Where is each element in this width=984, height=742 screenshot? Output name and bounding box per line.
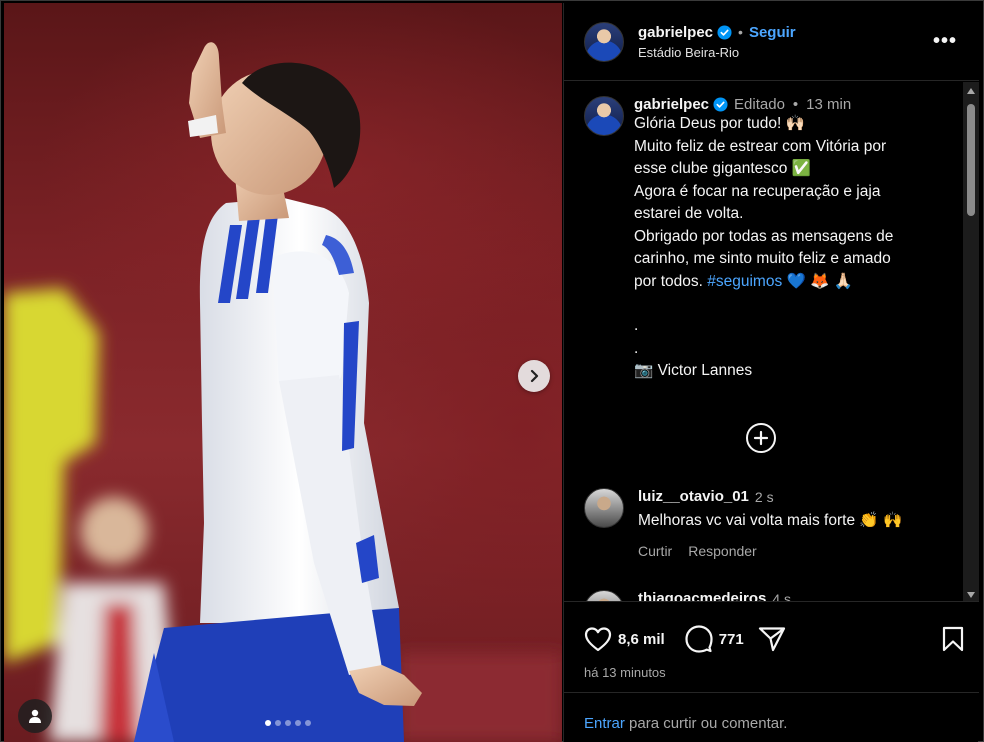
author-avatar[interactable]	[584, 21, 624, 62]
post-side-panel: gabrielpec • Seguir Estádio Beira-Rio ••…	[563, 3, 979, 742]
login-link[interactable]: Entrar	[584, 715, 625, 732]
commenter-avatar[interactable]	[584, 590, 624, 601]
chevron-right-icon	[530, 369, 539, 383]
likes-count[interactable]: 8,6 mil	[618, 631, 665, 648]
save-action[interactable]	[942, 626, 964, 652]
caption-separator: •	[792, 96, 799, 113]
caption-line: estarei de volta.	[634, 205, 744, 222]
login-prompt: Entrar para curtir ou comentar.	[564, 692, 979, 742]
share-action[interactable]	[758, 626, 786, 652]
more-options-icon[interactable]: •••	[933, 31, 957, 51]
edited-label: Editado	[734, 96, 785, 113]
load-more-comments-button[interactable]	[746, 423, 776, 453]
carousel-next-button[interactable]	[518, 360, 550, 392]
post-location[interactable]: Estádio Beira-Rio	[638, 45, 796, 60]
verified-badge-icon	[713, 97, 728, 112]
post-caption: gabrielpec Editado • 13 min Glória Deus …	[584, 96, 934, 383]
carousel-dot	[285, 720, 291, 726]
post-photo	[4, 42, 562, 742]
bookmark-icon[interactable]	[942, 626, 964, 652]
like-action[interactable]: 8,6 mil	[584, 626, 665, 652]
comment-username[interactable]: thiagoacmedeiros	[638, 590, 766, 601]
comment-like-button[interactable]: Curtir	[638, 543, 672, 559]
post-media[interactable]	[4, 3, 562, 742]
caption-author-avatar[interactable]	[584, 96, 624, 136]
comment-time[interactable]: 4 s	[772, 591, 791, 602]
verified-badge-icon	[717, 24, 732, 40]
caption-line: Glória Deus por tudo! 🙌🏻	[634, 115, 805, 132]
comment-time[interactable]: 2 s	[755, 489, 774, 505]
caption-text: por todos.	[634, 272, 703, 290]
carousel-indicator	[4, 720, 562, 726]
post-timestamp[interactable]: há 13 minutos	[584, 665, 666, 680]
hashtag-link[interactable]: #seguimos	[707, 273, 782, 290]
comments-scroll-area[interactable]: gabrielpec Editado • 13 min Glória Deus …	[564, 82, 979, 602]
comment-action[interactable]: 771	[685, 625, 744, 653]
carousel-dot	[305, 720, 311, 726]
caption-dot: .	[634, 339, 639, 357]
caption-emojis: 💙 🦊 🙏🏻	[782, 272, 854, 290]
post-header: gabrielpec • Seguir Estádio Beira-Rio ••…	[564, 3, 979, 81]
carousel-dot	[275, 720, 281, 726]
scroll-up-arrow-icon[interactable]	[967, 88, 975, 94]
comments-scrollbar[interactable]	[963, 82, 979, 601]
caption-line: Agora é focar na recuperação e jaja	[634, 182, 881, 200]
scroll-down-arrow-icon[interactable]	[967, 592, 975, 598]
heart-icon[interactable]	[584, 626, 612, 652]
caption-line: Obrigado por todas as mensagens de	[634, 227, 894, 245]
comments-count[interactable]: 771	[719, 631, 744, 648]
scrollbar-thumb[interactable]	[967, 104, 975, 216]
comment-bubble-icon[interactable]	[685, 625, 713, 653]
comment-reply-button[interactable]: Responder	[688, 543, 757, 559]
caption-line: esse clube gigantesco ✅	[634, 160, 811, 177]
login-prompt-text: para curtir ou comentar.	[624, 715, 788, 732]
share-paper-plane-icon[interactable]	[758, 626, 786, 652]
caption-line: carinho, me sinto muito feliz e amado	[634, 250, 891, 267]
comment-username[interactable]: luiz__otavio_01	[638, 488, 749, 505]
caption-line: Muito feliz de estrear com Vitória por	[634, 137, 887, 155]
author-username[interactable]: gabrielpec	[638, 24, 713, 41]
plus-icon	[753, 430, 769, 446]
caption-line: por todos. #seguimos 💙 🦊 🙏🏻	[634, 271, 934, 294]
comment-text: Melhoras vc vai volta mais forte 👏 🙌	[638, 512, 903, 529]
carousel-dot	[265, 720, 271, 726]
follow-button[interactable]: Seguir	[749, 24, 796, 41]
comment-item: luiz__otavio_01 2 s Melhoras vc vai volt…	[584, 488, 902, 559]
caption-time[interactable]: 13 min	[806, 96, 851, 113]
post-actions-bar: 8,6 mil 771	[584, 623, 964, 655]
tagged-people-button[interactable]	[18, 699, 52, 733]
caption-username[interactable]: gabrielpec	[634, 96, 709, 113]
caption-dot: .	[634, 317, 639, 334]
commenter-avatar[interactable]	[584, 488, 624, 528]
carousel-dot	[295, 720, 301, 726]
comment-item: thiagoacmedeiros 4 s	[584, 590, 791, 602]
caption-credit: 📷 Victor Lannes	[634, 362, 753, 379]
header-separator: •	[738, 24, 743, 40]
